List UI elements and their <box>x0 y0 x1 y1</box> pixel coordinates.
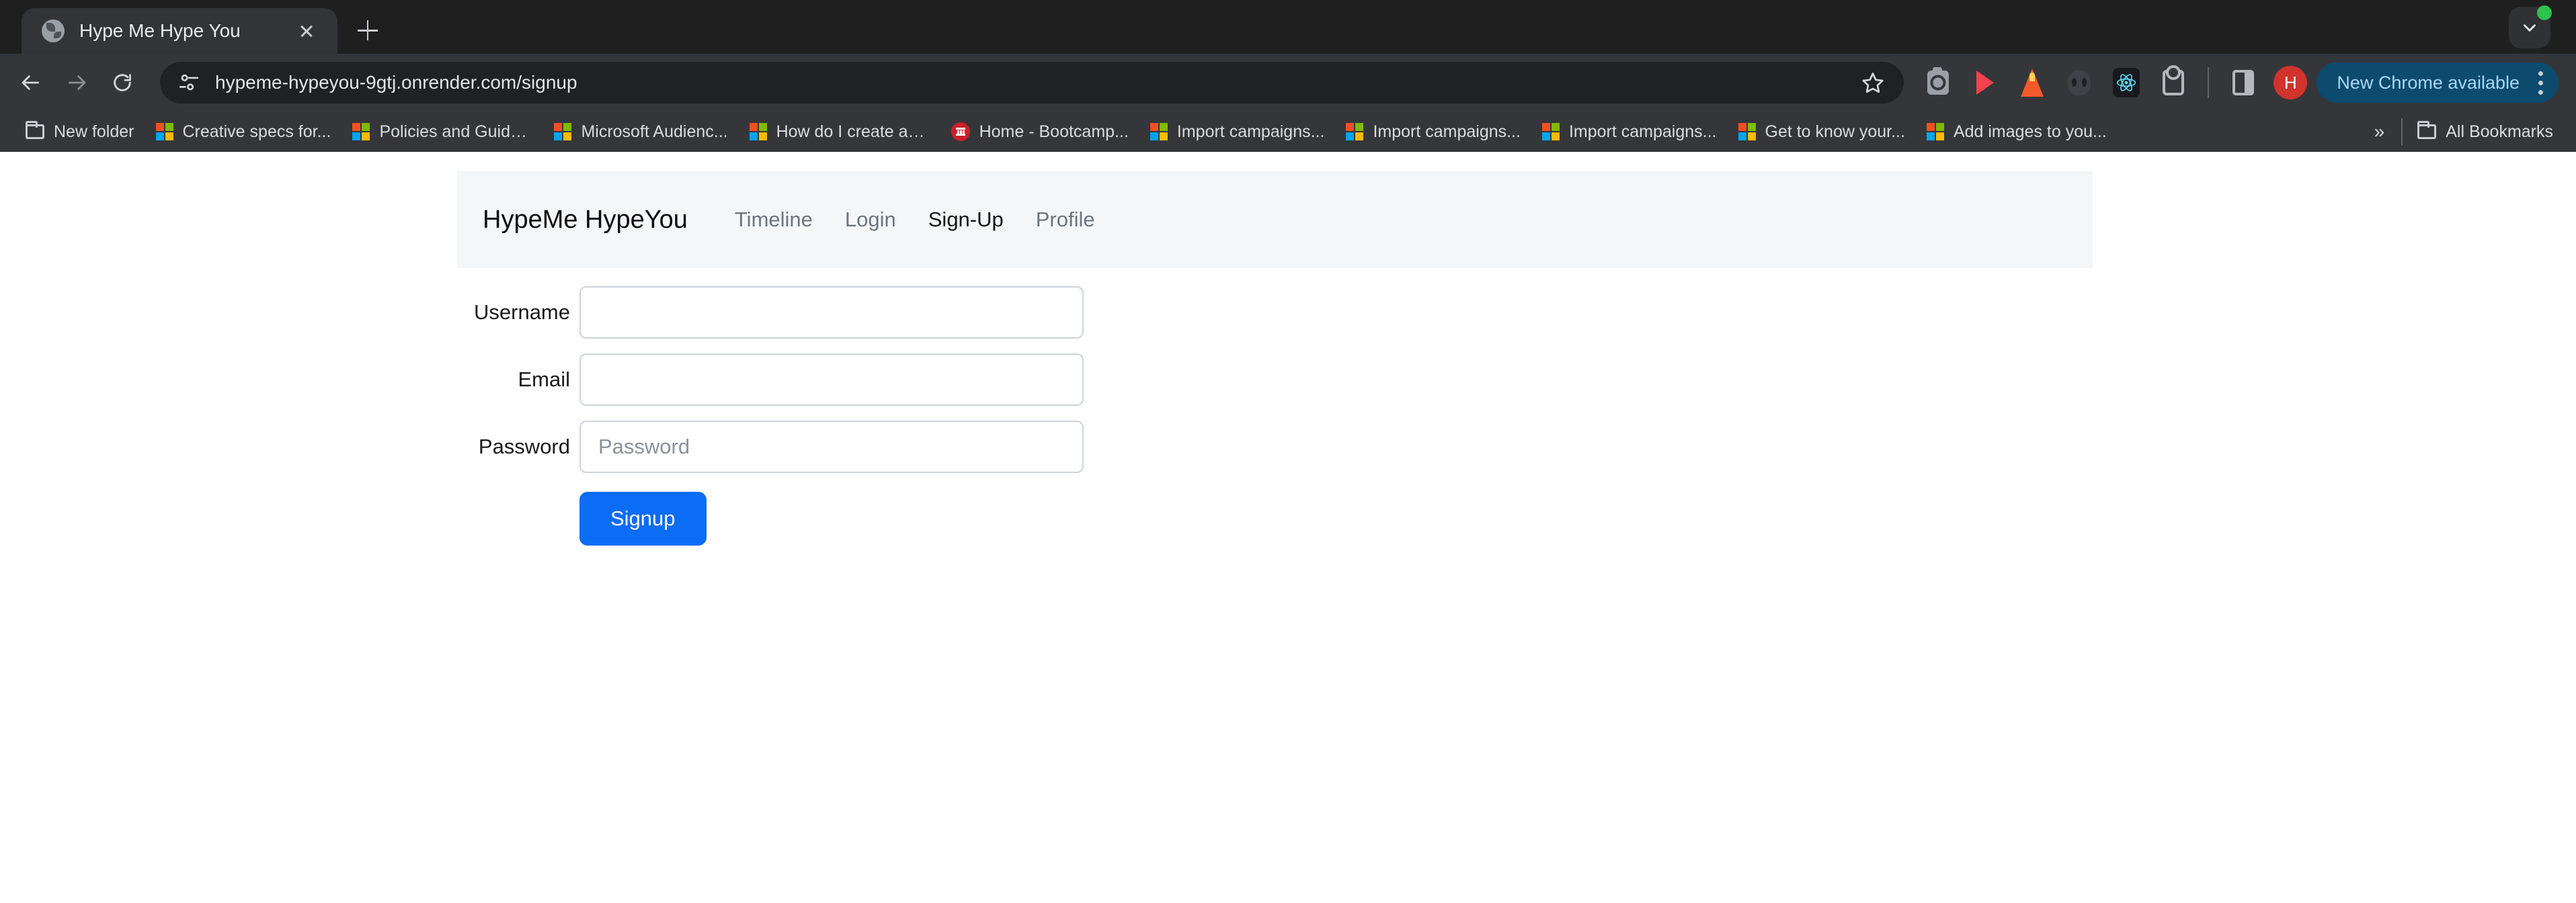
update-label: New Chrome available <box>2337 72 2520 93</box>
react-devtools-extension[interactable] <box>2106 62 2146 103</box>
bookmarks-overflow-button[interactable]: » <box>2360 121 2398 142</box>
lighthouse-extension[interactable] <box>2012 62 2052 103</box>
form-actions: Signup <box>579 492 1197 546</box>
reload-icon[interactable] <box>99 60 145 105</box>
email-row: Email <box>457 353 1197 406</box>
bookmark-label: Microsoft Audienc... <box>581 122 728 141</box>
email-label: Email <box>518 368 570 391</box>
microsoft-icon <box>1926 123 1944 140</box>
bookmark-label: Home - Bootcamp... <box>979 122 1129 141</box>
bookmark-label: Policies and Guide... <box>379 122 533 141</box>
nav-link-signup[interactable]: Sign-Up <box>912 208 1020 232</box>
microsoft-icon <box>155 123 173 140</box>
all-bookmarks-label: All Bookmarks <box>2446 122 2553 141</box>
bookmark-item[interactable]: Get to know your... <box>1728 116 1916 148</box>
new-tab-button[interactable] <box>347 9 389 51</box>
mask-extension[interactable] <box>2059 62 2099 103</box>
bookmark-item[interactable]: New folder <box>15 116 145 148</box>
microsoft-icon <box>749 123 767 140</box>
bookmark-label: New folder <box>54 122 134 141</box>
site-navbar: HypeMe HypeYou Timeline Login Sign-Up Pr… <box>457 171 2093 268</box>
page-viewport: HypeMe HypeYou Timeline Login Sign-Up Pr… <box>0 152 2576 903</box>
tab-strip: Hype Me Hype You <box>0 0 2576 54</box>
browser-tab[interactable]: Hype Me Hype You <box>22 8 337 54</box>
folder-icon <box>26 121 44 139</box>
tune-icon[interactable] <box>177 71 200 94</box>
screenshot-camera-extension[interactable] <box>1918 62 1958 103</box>
signup-button[interactable]: Signup <box>579 492 707 546</box>
globe-icon <box>42 19 65 42</box>
bookmark-item[interactable]: Creative specs for... <box>145 116 342 148</box>
address-bar[interactable]: hypeme-hypeyou-9gtj.onrender.com/signup <box>160 62 1904 103</box>
star-icon[interactable] <box>1861 71 1885 95</box>
microsoft-icon <box>1541 123 1560 140</box>
bookmark-label: How do I create an... <box>776 122 930 141</box>
password-field[interactable] <box>579 421 1084 473</box>
browser-toolbar: hypeme-hypeyou-9gtj.onrender.com/signup … <box>0 54 2576 112</box>
email-field[interactable] <box>579 353 1084 406</box>
side-panel-icon[interactable] <box>2223 62 2263 103</box>
extensions-puzzle-icon[interactable] <box>2153 62 2193 103</box>
three-dot-menu-icon[interactable] <box>2537 71 2544 95</box>
folder-icon <box>2417 121 2437 139</box>
new-chrome-available-button[interactable]: New Chrome available <box>2317 62 2559 103</box>
username-input[interactable] <box>579 286 1084 339</box>
all-bookmarks-button[interactable]: All Bookmarks <box>2407 116 2564 148</box>
bookmark-label: Import campaigns... <box>1373 122 1521 141</box>
red-arrow-extension[interactable] <box>1965 62 2005 103</box>
back-arrow-icon[interactable] <box>8 60 54 105</box>
bookmark-item[interactable]: Import campaigns... <box>1139 116 1336 148</box>
username-label: Username <box>474 300 570 324</box>
microsoft-icon <box>554 123 572 140</box>
signup-form: Username Email Password Signup <box>457 286 1197 546</box>
bookmark-item[interactable]: Add images to you... <box>1916 116 2118 148</box>
microsoft-icon <box>1346 123 1364 140</box>
password-label: Password <box>478 435 570 458</box>
bookmark-label: Import campaigns... <box>1568 122 1717 141</box>
avatar[interactable]: H <box>2273 66 2308 99</box>
bookmark-label: Get to know your... <box>1765 122 1905 141</box>
bookmark-label: Import campaigns... <box>1176 122 1325 141</box>
microsoft-icon <box>1738 123 1756 140</box>
bookmarks-bar: New folder Creative specs for... Policie… <box>0 112 2576 152</box>
nav-link-timeline[interactable]: Timeline <box>719 208 829 232</box>
bookmark-label: Add images to you... <box>1953 122 2107 141</box>
password-row: Password <box>457 421 1197 473</box>
status-dot <box>2537 5 2552 20</box>
microsoft-icon <box>352 123 370 140</box>
bookmark-item[interactable]: How do I create an... <box>739 116 940 148</box>
close-icon[interactable] <box>293 17 320 44</box>
browser-window: Hype Me Hype You hypeme-hypeyou-9gtj.onr… <box>0 0 2576 903</box>
bookmark-item[interactable]: Policies and Guide... <box>341 116 543 148</box>
forward-arrow-icon[interactable] <box>54 60 99 105</box>
nav-link-login[interactable]: Login <box>829 208 912 232</box>
toolbar-divider <box>2208 67 2210 98</box>
microsoft-icon <box>1150 123 1168 140</box>
bookmark-item[interactable]: Microsoft Audienc... <box>543 116 738 148</box>
bootcamp-icon <box>951 122 970 141</box>
username-row: Username <box>457 286 1197 339</box>
bookmarks-divider <box>2401 118 2403 145</box>
bookmark-item[interactable]: Import campaigns... <box>1531 116 1728 148</box>
tab-title: Hype Me Hype You <box>79 20 241 41</box>
page-title[interactable]: HypeMe HypeYou <box>483 206 688 234</box>
nav-link-profile[interactable]: Profile <box>1020 208 1111 232</box>
bookmark-item[interactable]: Home - Bootcamp... <box>940 116 1139 148</box>
url-text: hypeme-hypeyou-9gtj.onrender.com/signup <box>215 72 577 93</box>
bookmark-item[interactable]: Import campaigns... <box>1335 116 1531 148</box>
bookmark-label: Creative specs for... <box>182 122 331 141</box>
